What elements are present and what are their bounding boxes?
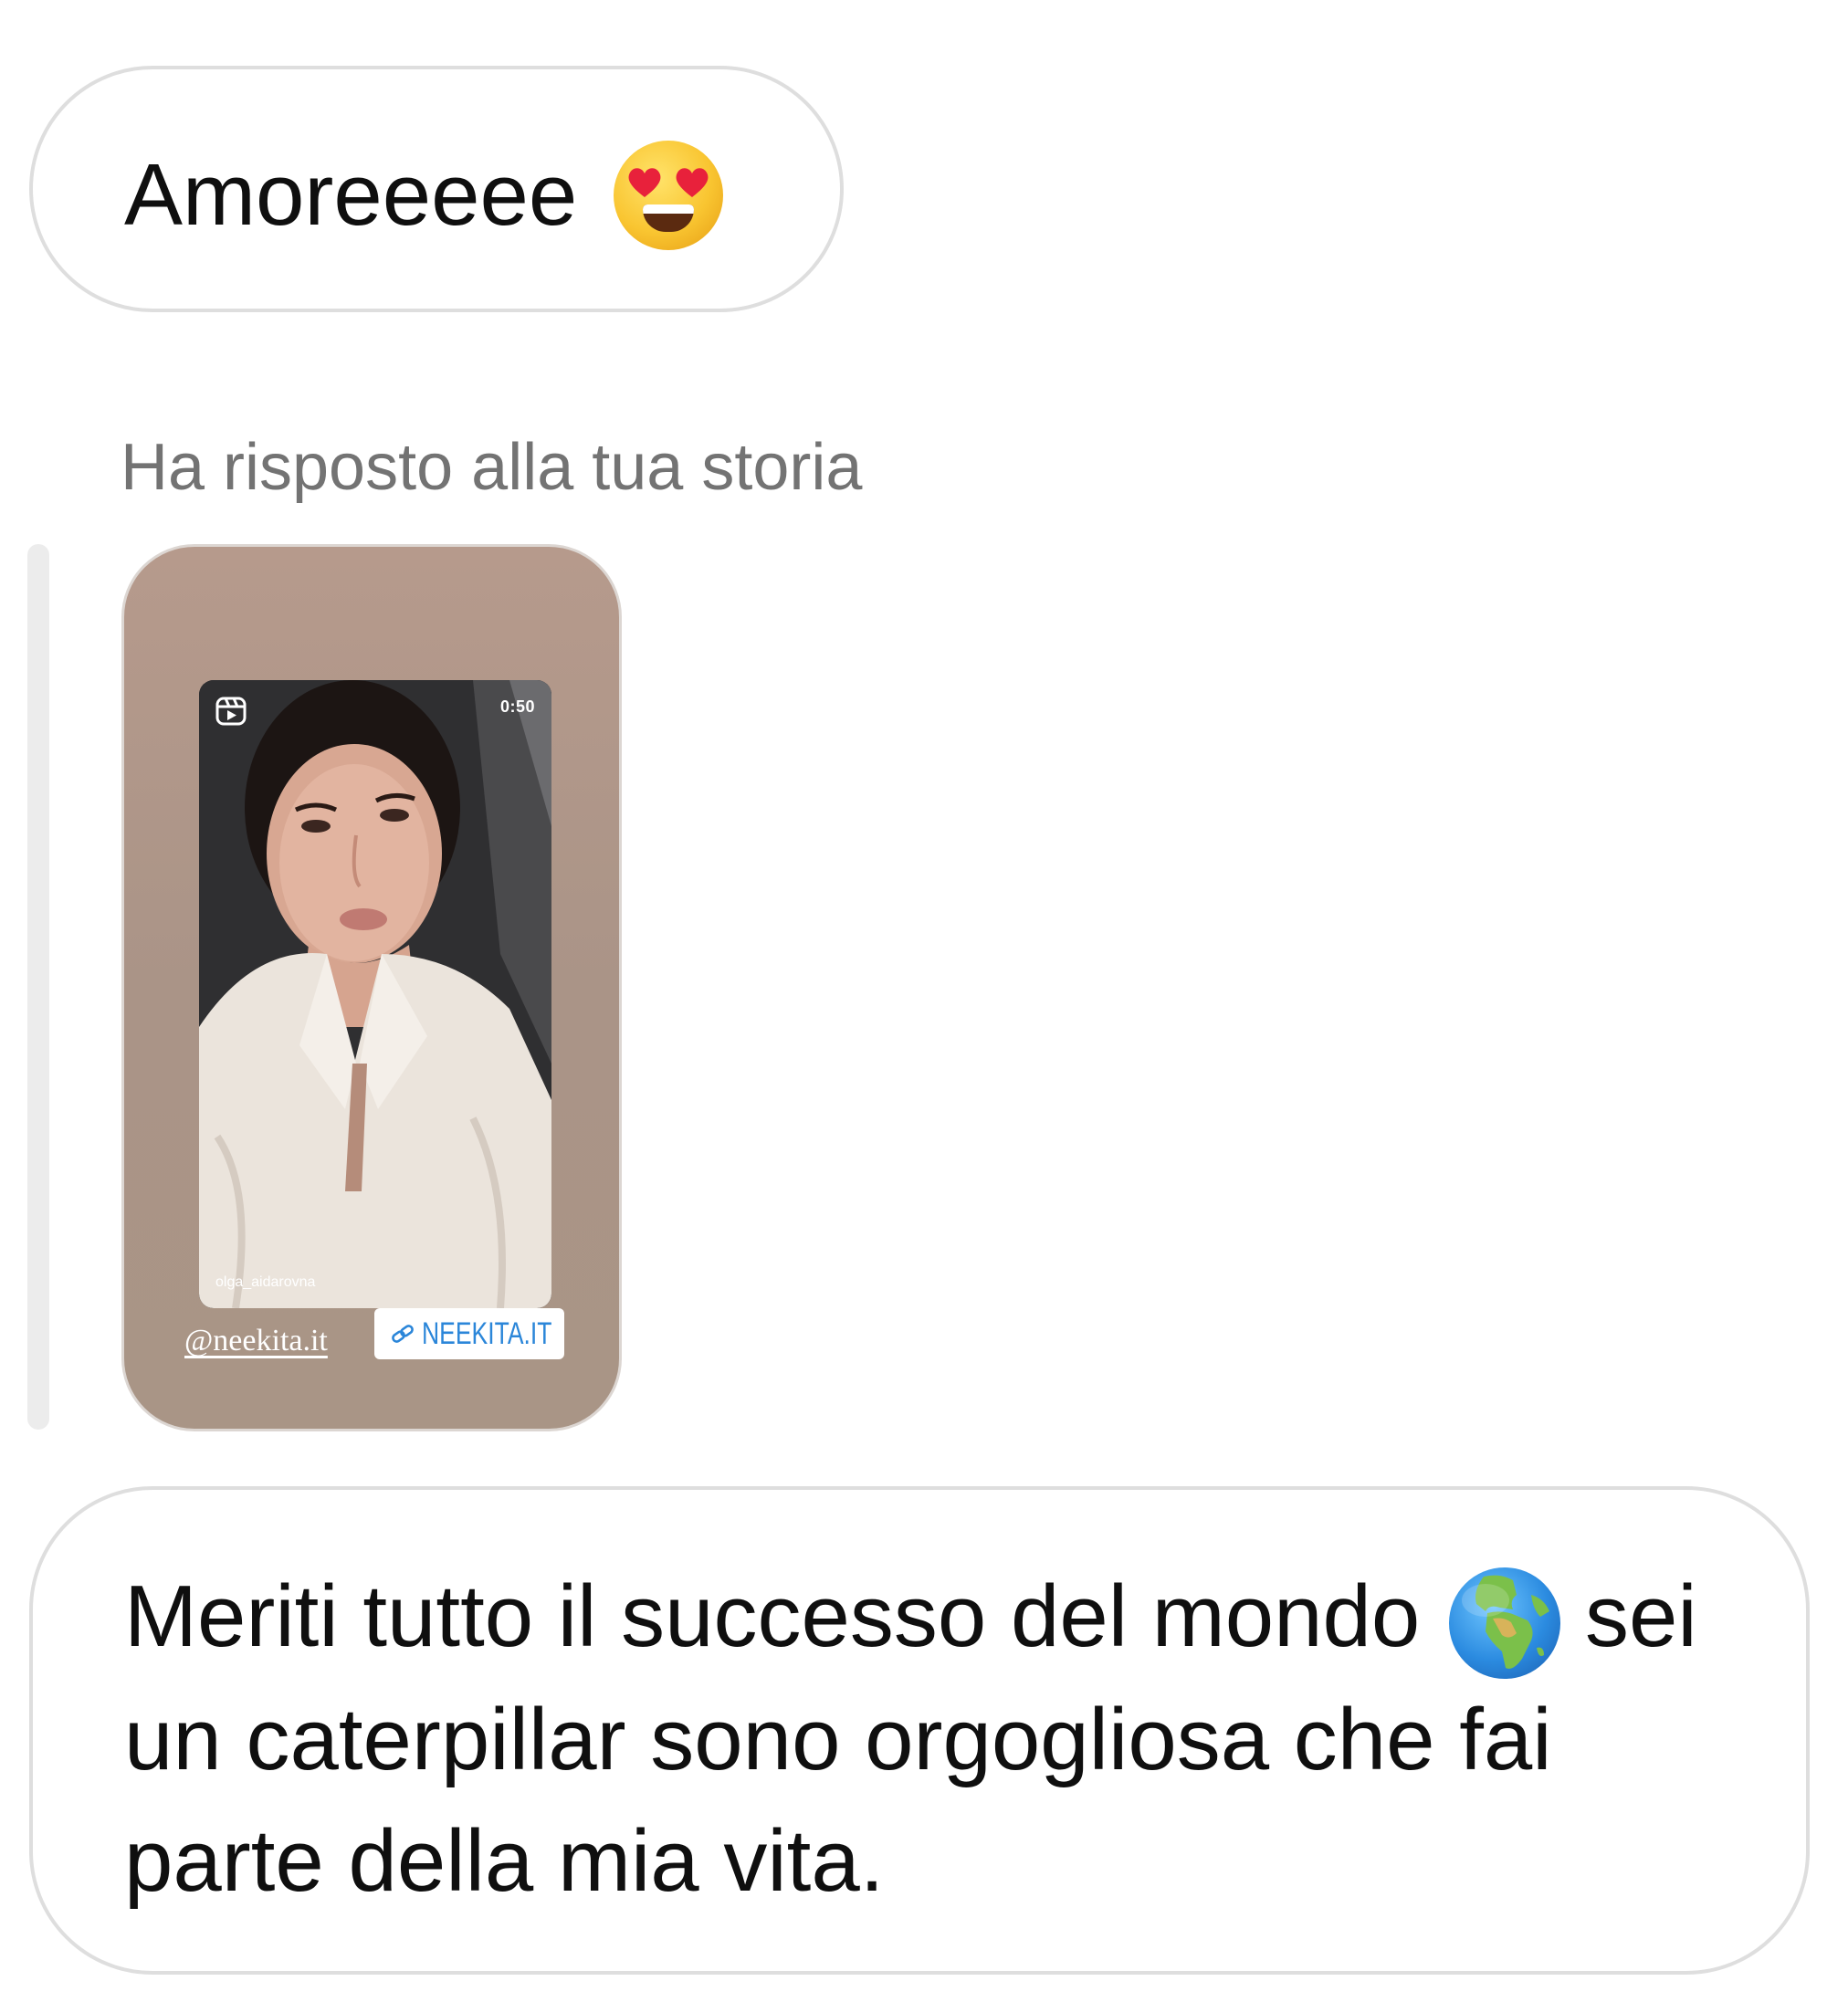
smiling-face-with-heart-eyes-icon	[614, 141, 724, 250]
message-bubble-meriti[interactable]: Meriti tutto il successo del mondo sei u…	[29, 1486, 1810, 1975]
globe-europe-africa-icon	[1449, 1567, 1561, 1679]
message-text: Amoreeeee	[124, 146, 578, 244]
story-preview-card[interactable]: 0:50 olga_aidarovna @neekita.it NEEKITA.…	[121, 544, 622, 1431]
link-sticker[interactable]: NEEKITA.IT	[374, 1308, 564, 1359]
message-text: Meriti tutto il successo del mondo	[124, 1567, 1421, 1665]
reel-username: olga_aidarovna	[215, 1274, 316, 1290]
story-reply-label: Ha risposto alla tua storia	[121, 431, 863, 504]
reel-duration: 0:50	[499, 697, 535, 716]
message-text-block: Meriti tutto il successo del mondo sei u…	[124, 1556, 1768, 1922]
mention-sticker[interactable]: @neekita.it	[184, 1323, 328, 1359]
reel-photo	[199, 680, 551, 1308]
reel-thumbnail: 0:50 olga_aidarovna	[199, 680, 551, 1308]
message-bubble-amoreeeee[interactable]: Amoreeeee	[29, 66, 844, 312]
reels-icon	[215, 697, 247, 726]
message-text-row: Amoreeeee	[124, 141, 724, 250]
link-sticker-label: NEEKITA.IT	[422, 1316, 552, 1351]
reply-quote-bar	[27, 544, 49, 1430]
link-icon	[392, 1325, 414, 1343]
